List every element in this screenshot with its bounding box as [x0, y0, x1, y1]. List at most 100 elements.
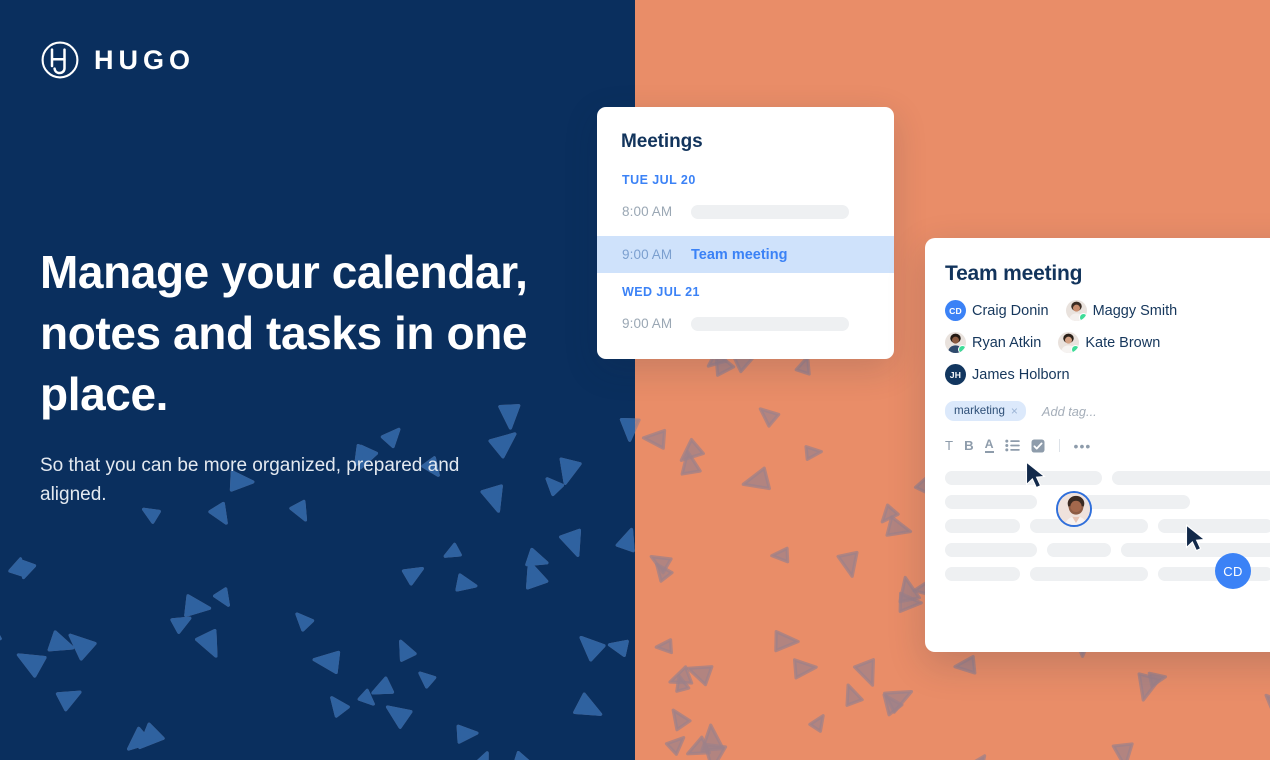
meetings-list: TUE JUL 20 8:00 AM 9:00 AM Team meeting WED … — [597, 173, 894, 342]
meeting-placeholder-bar — [691, 204, 849, 219]
attendee[interactable]: Ryan Atkin — [945, 332, 1041, 353]
tag-chip-marketing[interactable]: marketing × — [945, 401, 1026, 421]
skeleton-row — [945, 519, 1270, 533]
decorative-triangle — [680, 450, 702, 476]
decorative-triangle — [512, 751, 534, 760]
decorative-triangle — [456, 724, 479, 744]
decorative-triangle — [443, 542, 462, 558]
decorative-triangle — [619, 417, 635, 442]
decorative-triangle — [16, 653, 47, 678]
decorative-triangle — [882, 693, 904, 717]
decorative-triangle — [127, 726, 153, 751]
close-icon[interactable]: × — [1011, 405, 1018, 417]
verified-check-icon — [1071, 345, 1080, 353]
attendee-name: Ryan Atkin — [972, 334, 1042, 351]
meeting-row-selected[interactable]: 9:00 AM Team meeting — [597, 236, 894, 273]
decorative-triangle — [700, 723, 725, 752]
decorative-triangle — [836, 550, 859, 578]
decorative-triangle — [1111, 742, 1134, 760]
decorative-triangle — [675, 674, 691, 693]
meeting-title: Team meeting — [691, 246, 788, 263]
decorative-triangle — [312, 650, 341, 675]
decorative-triangle — [898, 591, 923, 613]
attendee[interactable]: Kate Brown — [1058, 332, 1160, 353]
decorative-triangle — [184, 594, 212, 617]
decorative-triangle — [671, 708, 692, 732]
text-style-icon[interactable]: T — [945, 438, 953, 453]
skeleton-row — [945, 471, 1270, 485]
meetings-day-label: WED JUL 21 — [622, 285, 700, 299]
verified-check-icon — [958, 345, 966, 353]
decorative-triangle — [686, 665, 714, 687]
avatar-initials: CD — [945, 300, 966, 321]
decorative-triangle — [525, 547, 549, 567]
decorative-triangle — [758, 407, 781, 428]
decorative-triangle — [20, 559, 37, 580]
decorative-triangle — [55, 690, 82, 712]
decorative-triangle — [401, 567, 424, 586]
decorative-triangle — [804, 445, 823, 461]
decorative-triangle — [654, 638, 673, 655]
attendee-name: Craig Donin — [972, 302, 1049, 319]
decorative-triangle — [526, 560, 549, 590]
attendee-list: CD Craig Donin Maggy Smith Ryan Atkin Kate B… — [925, 286, 1270, 385]
formatting-toolbar: T B A ••• — [925, 421, 1270, 453]
decorative-triangle — [885, 515, 913, 537]
decorative-triangle — [1137, 672, 1162, 702]
text-color-icon[interactable]: A — [984, 438, 994, 453]
attendee-name: Kate Brown — [1085, 334, 1161, 351]
decorative-triangle — [399, 639, 417, 662]
decorative-triangle — [615, 527, 635, 553]
decorative-triangle — [371, 676, 395, 695]
meeting-row[interactable]: 8:00 AM — [597, 193, 894, 230]
note-body-skeleton[interactable]: CD — [925, 453, 1270, 589]
decorative-triangle — [641, 428, 667, 450]
decorative-triangle — [138, 722, 165, 750]
add-tag-input[interactable]: Add tag... — [1042, 404, 1097, 419]
decorative-triangle — [852, 658, 876, 687]
meeting-time: 9:00 AM — [622, 247, 673, 262]
attendee[interactable]: Maggy Smith — [1065, 300, 1177, 321]
avatar-photo — [1058, 332, 1080, 353]
decorative-triangle — [295, 612, 315, 632]
meeting-row[interactable]: 9:00 AM — [597, 305, 894, 342]
decorative-triangle — [213, 587, 230, 607]
bold-icon[interactable]: B — [964, 438, 974, 453]
decorative-triangle — [385, 705, 413, 729]
toolbar-divider — [1058, 439, 1060, 452]
meeting-note-title: Team meeting — [945, 262, 1083, 285]
decorative-triangle — [418, 671, 437, 689]
decorative-triangle — [330, 696, 350, 718]
decorative-triangle — [880, 503, 900, 524]
bullet-list-icon[interactable] — [1004, 439, 1020, 452]
decorative-triangle — [774, 629, 800, 653]
hugo-circle-h-logo-icon — [41, 41, 79, 79]
more-options-icon[interactable]: ••• — [1074, 439, 1092, 453]
decorative-triangle — [649, 554, 673, 575]
attendee[interactable]: CD Craig Donin — [945, 300, 1049, 321]
tag-row: marketing × Add tag... — [925, 385, 1270, 421]
attendee[interactable]: JH James Holborn — [945, 364, 1070, 385]
meetings-day-label: TUE JUL 20 — [622, 173, 696, 187]
decorative-triangle — [47, 630, 75, 652]
checklist-icon[interactable] — [1031, 439, 1045, 453]
collaborator-avatar — [1056, 491, 1092, 527]
decorative-triangle — [68, 633, 97, 661]
decorative-triangle — [469, 751, 489, 760]
decorative-triangle — [962, 754, 987, 760]
decorative-triangle — [1147, 671, 1168, 688]
decorative-triangle — [792, 658, 818, 680]
avatar-initials: JH — [945, 364, 966, 385]
decorative-triangle — [953, 654, 977, 675]
decorative-triangle — [170, 616, 192, 634]
skeleton-row — [945, 543, 1270, 557]
brand-logo[interactable]: HUGO — [40, 40, 195, 80]
decorative-triangle — [845, 683, 864, 707]
avatar-photo — [1065, 300, 1087, 321]
hero-copy: Manage your calendar, notes and tasks in… — [40, 242, 600, 509]
decorative-triangle — [655, 562, 674, 583]
collaborator-badge-cd: CD — [1215, 553, 1251, 589]
decorative-triangle — [357, 688, 375, 706]
decorative-triangle — [607, 639, 629, 657]
decorative-triangle — [8, 557, 24, 577]
